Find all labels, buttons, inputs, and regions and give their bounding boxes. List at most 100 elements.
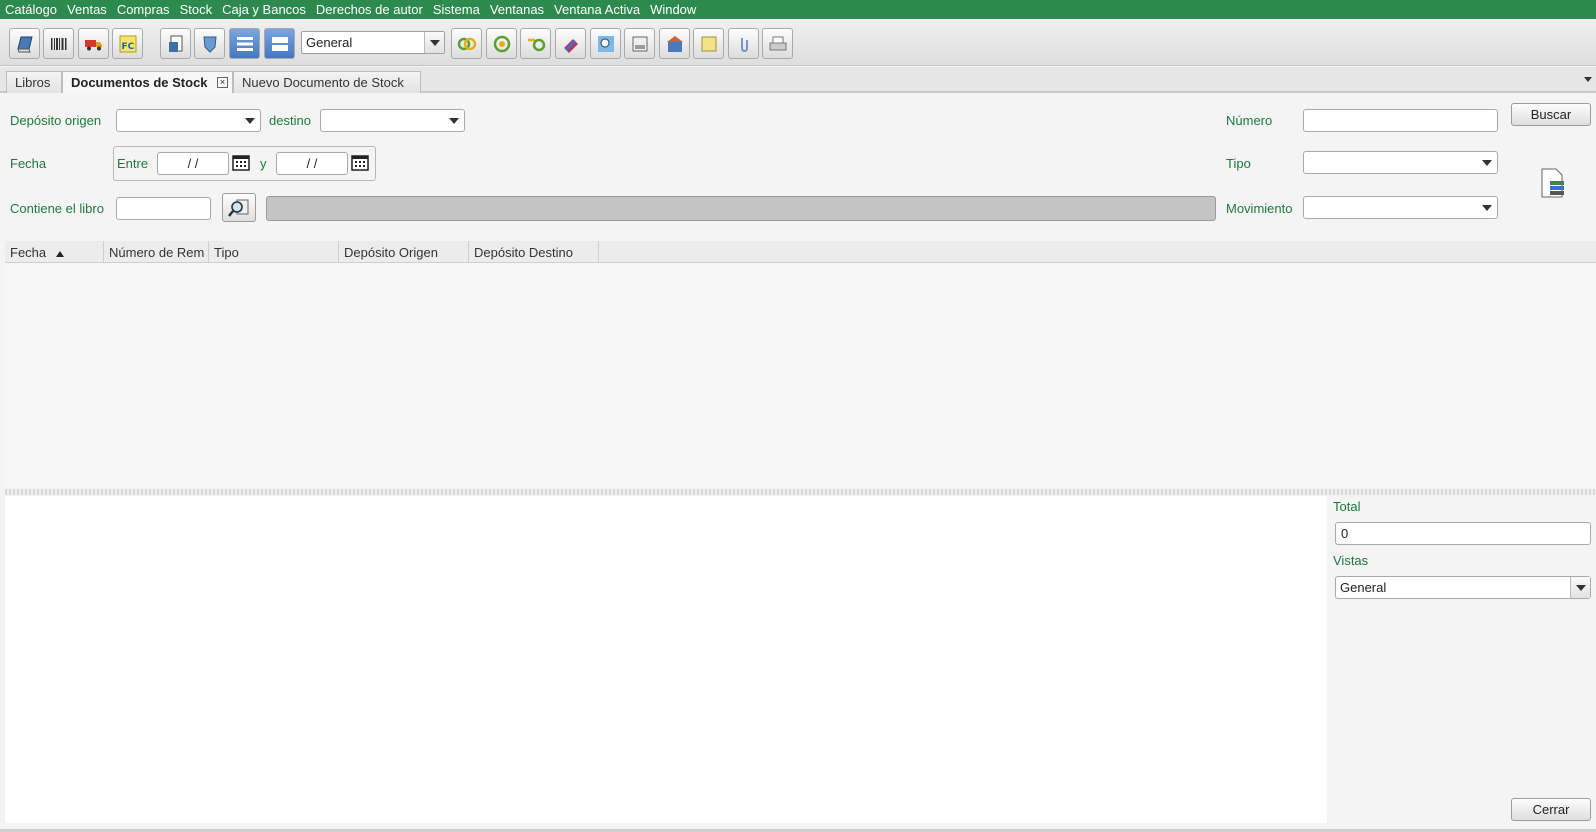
split-layout-icon bbox=[271, 36, 288, 51]
invoice-fc-icon: FC bbox=[119, 35, 136, 52]
chevron-down-icon bbox=[444, 110, 464, 131]
menu-compras[interactable]: Compras bbox=[117, 2, 170, 17]
movimiento-select[interactable] bbox=[1303, 196, 1498, 219]
cerrar-button[interactable]: Cerrar bbox=[1511, 798, 1591, 821]
books-button[interactable] bbox=[9, 28, 40, 59]
note-button[interactable] bbox=[693, 28, 724, 59]
menu-derechos-autor[interactable]: Derechos de autor bbox=[316, 2, 423, 17]
eraser-icon bbox=[563, 38, 578, 53]
detail-panel bbox=[5, 496, 1327, 823]
deposito-origen-label: Depósito origen bbox=[10, 113, 102, 128]
column-deposito-origen[interactable]: Depósito Origen bbox=[339, 241, 469, 263]
menu-window[interactable]: Window bbox=[650, 2, 696, 17]
layout-split-button[interactable] bbox=[264, 28, 295, 59]
table-header: Fecha Número de Rem Tipo Depósito Origen… bbox=[5, 241, 1596, 263]
list-layout-icon bbox=[236, 36, 253, 51]
layout-list-button[interactable] bbox=[229, 28, 260, 59]
menu-ventas[interactable]: Ventas bbox=[67, 2, 107, 17]
circle-target-icon bbox=[493, 35, 510, 52]
menu-sistema[interactable]: Sistema bbox=[433, 2, 480, 17]
deposito-origen-select[interactable] bbox=[116, 109, 261, 132]
numero-label: Número bbox=[1226, 113, 1273, 128]
fecha-label: Fecha bbox=[10, 156, 47, 171]
vistas-label: Vistas bbox=[1333, 553, 1369, 568]
chevron-down-icon bbox=[240, 110, 260, 131]
stock-document-icon[interactable] bbox=[1536, 167, 1568, 199]
chevron-down-icon bbox=[1477, 152, 1497, 173]
date-from-input[interactable]: / / bbox=[157, 152, 229, 175]
tipo-select[interactable] bbox=[1303, 151, 1498, 174]
search-window-button[interactable] bbox=[590, 28, 621, 59]
menu-stock[interactable]: Stock bbox=[180, 2, 213, 17]
total-label: Total bbox=[1333, 499, 1361, 514]
tab-documentos-stock[interactable]: Documentos de Stock × bbox=[62, 71, 233, 93]
attach-button[interactable] bbox=[728, 28, 759, 59]
tab-list-chevron-icon[interactable] bbox=[1584, 77, 1592, 82]
magnifier-window-icon bbox=[597, 35, 614, 52]
invoice-button[interactable]: FC bbox=[112, 28, 143, 59]
tab-libros[interactable]: Libros bbox=[6, 71, 62, 93]
y-label: y bbox=[260, 156, 267, 171]
shield-icon bbox=[202, 36, 217, 53]
document-icon bbox=[168, 35, 182, 52]
date-to-input[interactable]: / / bbox=[276, 152, 348, 175]
barcode-icon bbox=[50, 37, 66, 50]
tipo-label: Tipo bbox=[1226, 156, 1251, 171]
buscar-button[interactable]: Buscar bbox=[1511, 103, 1591, 126]
cycle-icon bbox=[527, 38, 545, 51]
table-body[interactable] bbox=[5, 263, 1596, 488]
chevron-down-icon bbox=[1570, 577, 1590, 598]
split-pane-divider[interactable] bbox=[5, 489, 1596, 495]
store-button[interactable] bbox=[659, 28, 690, 59]
paperclip-icon bbox=[740, 37, 748, 52]
column-deposito-destino[interactable]: Depósito Destino bbox=[469, 241, 599, 263]
deposito-destino-select[interactable] bbox=[320, 109, 465, 132]
note-icon bbox=[701, 36, 716, 51]
contiene-libro-label: Contiene el libro bbox=[10, 201, 104, 216]
magnifier-icon bbox=[228, 199, 249, 217]
printer-button[interactable] bbox=[762, 28, 793, 59]
column-fecha[interactable]: Fecha bbox=[5, 241, 104, 263]
delivery-button[interactable] bbox=[78, 28, 109, 59]
numero-input[interactable] bbox=[1303, 109, 1498, 132]
barcode-button[interactable] bbox=[43, 28, 74, 59]
book-lookup-button[interactable] bbox=[222, 193, 256, 222]
truck-icon bbox=[84, 39, 102, 50]
printer-icon bbox=[769, 36, 786, 50]
view-select-value: General bbox=[306, 35, 353, 50]
column-numero-rem[interactable]: Número de Rem bbox=[104, 241, 209, 263]
sort-ascending-icon bbox=[56, 250, 65, 257]
tab-nuevo-documento-stock[interactable]: Nuevo Documento de Stock bbox=[233, 71, 421, 93]
menu-ventana-activa[interactable]: Ventana Activa bbox=[554, 2, 640, 17]
close-icon[interactable]: × bbox=[217, 77, 228, 88]
rings-icon bbox=[457, 37, 476, 50]
eraser-button[interactable] bbox=[555, 28, 586, 59]
book-description-field bbox=[266, 196, 1216, 221]
cycle-button[interactable] bbox=[520, 28, 551, 59]
vistas-select-value: General bbox=[1340, 580, 1387, 595]
calendar-icon[interactable] bbox=[232, 154, 250, 171]
print-preview-icon bbox=[632, 36, 647, 51]
target-button[interactable] bbox=[486, 28, 517, 59]
link-button[interactable] bbox=[451, 28, 482, 59]
chevron-down-icon bbox=[424, 32, 444, 53]
document-button[interactable] bbox=[160, 28, 191, 59]
destino-label: destino bbox=[269, 113, 311, 128]
total-field[interactable]: 0 bbox=[1335, 522, 1591, 545]
menu-ventanas[interactable]: Ventanas bbox=[490, 2, 544, 17]
calendar-icon[interactable] bbox=[351, 154, 369, 171]
svg-text:FC: FC bbox=[121, 42, 134, 52]
column-tipo[interactable]: Tipo bbox=[209, 241, 339, 263]
book-code-input[interactable] bbox=[116, 197, 211, 220]
menu-catalogo[interactable]: Catálogo bbox=[5, 2, 57, 17]
menu-caja-bancos[interactable]: Caja y Bancos bbox=[222, 2, 306, 17]
print-preview-button[interactable] bbox=[624, 28, 655, 59]
view-select[interactable]: General bbox=[301, 31, 445, 54]
shield-button[interactable] bbox=[194, 28, 225, 59]
chevron-down-icon bbox=[1477, 197, 1497, 218]
toolbar: FC General bbox=[0, 19, 1596, 66]
entre-label: Entre bbox=[117, 156, 149, 171]
vistas-select[interactable]: General bbox=[1335, 576, 1591, 599]
tab-bar: Libros Documentos de Stock × Nuevo Docum… bbox=[0, 67, 1596, 93]
column-fecha-label: Fecha bbox=[10, 245, 47, 260]
